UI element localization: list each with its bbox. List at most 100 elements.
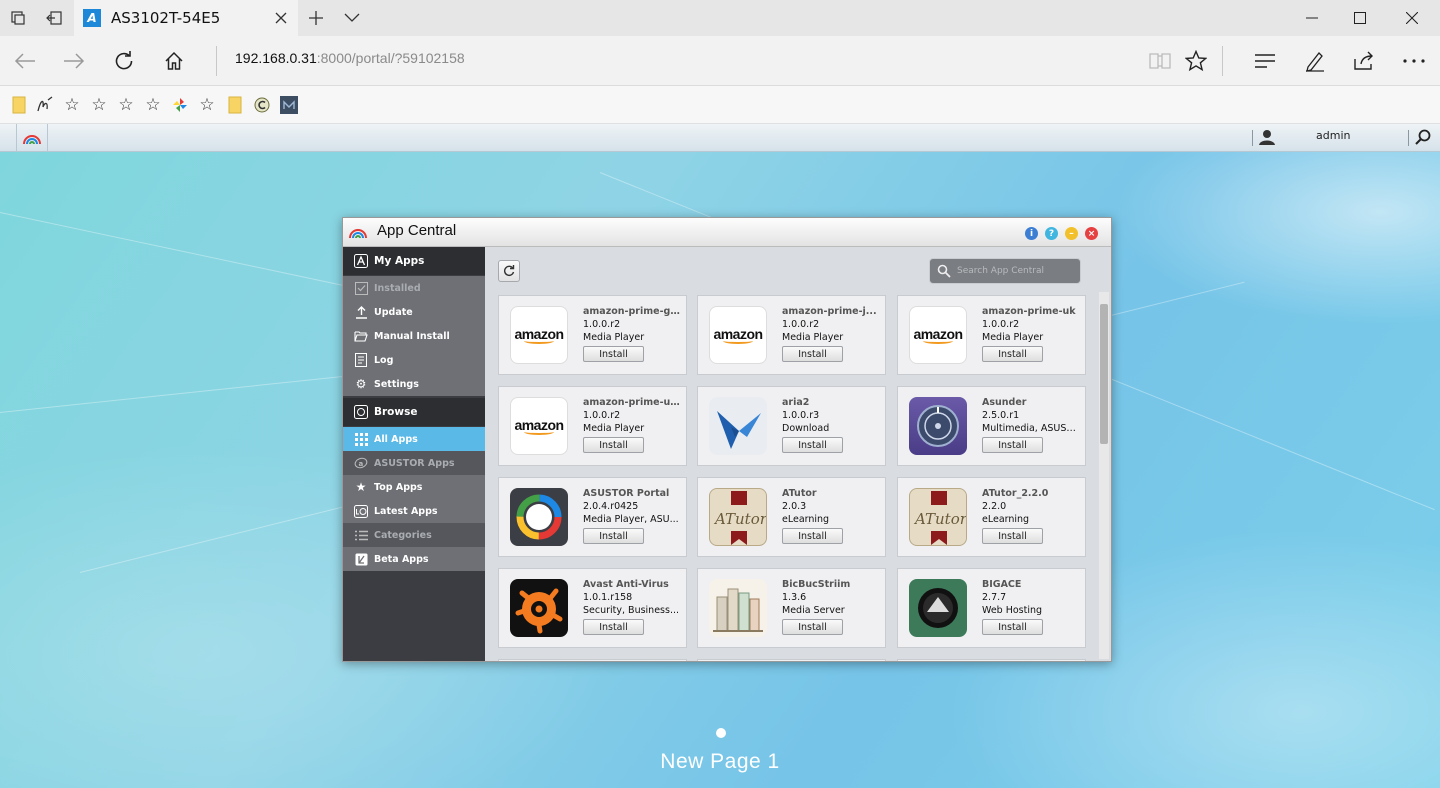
app-card[interactable]: ATutor ATutor 2.0.3 eLearning Install (697, 477, 886, 557)
share-icon[interactable] (1345, 42, 1383, 80)
sidebar-item-top-apps[interactable]: ★ Top Apps (343, 475, 485, 499)
app-name[interactable]: amazon-prime-u... (583, 397, 681, 408)
forward-arrow-icon[interactable] (55, 42, 93, 80)
search-icon[interactable] (1415, 129, 1433, 147)
close-window-icon[interactable] (1388, 0, 1436, 36)
app-name[interactable]: amazon-prime-uk (982, 306, 1080, 317)
tab-preview-chevron-icon[interactable] (334, 0, 370, 36)
sidebar-item-my-apps[interactable]: My Apps (343, 247, 485, 275)
browser-tab-active[interactable]: A AS3102T-54E5 (74, 0, 298, 36)
app-name[interactable]: BicBucStriim (782, 579, 880, 590)
sidebar-item-installed[interactable]: Installed (343, 276, 485, 300)
folder-icon[interactable] (225, 95, 245, 115)
install-button[interactable]: Install (583, 528, 644, 544)
set-aside-tabs-icon[interactable] (36, 0, 72, 36)
maximize-icon[interactable] (1336, 0, 1384, 36)
install-button[interactable]: Install (782, 528, 843, 544)
help-icon[interactable]: ? (1045, 227, 1058, 240)
install-button[interactable]: Install (583, 346, 644, 362)
tab-close-icon[interactable] (272, 9, 290, 27)
tab-manager-icon[interactable] (0, 0, 36, 36)
signature-pen-icon[interactable] (35, 95, 55, 115)
install-button[interactable]: Install (782, 437, 843, 453)
amazon-prime-icon[interactable]: amazon (709, 306, 767, 364)
app-card[interactable]: Avast Anti-Virus 1.0.1.r158 Security, Busi… (498, 568, 687, 648)
hub-icon[interactable] (1246, 42, 1284, 80)
install-button[interactable]: Install (583, 619, 644, 635)
favorite-star-icon[interactable]: ☆ (89, 95, 109, 115)
amazon-prime-icon[interactable]: amazon (909, 306, 967, 364)
sidebar-item-log[interactable]: Log (343, 348, 485, 372)
app-name[interactable]: Asunder (982, 397, 1080, 408)
app-name[interactable]: ATutor_2.2.0 (982, 488, 1080, 499)
sidebar-item-categories[interactable]: Categories (343, 523, 485, 547)
install-button[interactable]: Install (982, 619, 1043, 635)
app-card[interactable]: amazon amazon-prime-j... 1.0.0.r2 Media Pla… (697, 295, 886, 375)
sidebar-item-settings[interactable]: ⚙ Settings (343, 372, 485, 396)
new-tab-icon[interactable] (298, 0, 334, 36)
minimize-window-icon[interactable]: – (1065, 227, 1078, 240)
reading-view-icon[interactable] (1141, 42, 1179, 80)
refresh-button[interactable] (498, 260, 520, 282)
favorite-star-icon[interactable]: ☆ (197, 95, 217, 115)
favorite-star-icon[interactable]: ☆ (62, 95, 82, 115)
sidebar-item-update[interactable]: Update (343, 300, 485, 324)
books-icon[interactable] (709, 579, 767, 637)
scrollbar-thumb[interactable] (1100, 304, 1108, 444)
avast-icon[interactable] (510, 579, 568, 637)
app-name[interactable]: Avast Anti-Virus (583, 579, 681, 590)
app-card[interactable]: BIGACE 2.7.7 Web Hosting Install (897, 568, 1086, 648)
search-input[interactable] (957, 266, 1077, 276)
url-field[interactable]: 192.168.0.31:8000/portal/?59102158 (235, 50, 465, 66)
favorite-star-icon[interactable]: ☆ (116, 95, 136, 115)
install-button[interactable]: Install (982, 437, 1043, 453)
favorite-star-icon[interactable]: ☆ (143, 95, 163, 115)
refresh-icon[interactable] (105, 42, 143, 80)
window-title-bar[interactable]: App Central i ? – × (343, 218, 1111, 247)
app-card[interactable]: ASUSTOR Portal 2.0.4.r0425 Media Player, A… (498, 477, 687, 557)
folder-icon[interactable] (9, 95, 29, 115)
atutor-icon[interactable]: ATutor (709, 488, 767, 546)
sidebar-item-beta-apps[interactable]: Beta Apps (343, 547, 485, 571)
app-card[interactable]: amazon amazon-prime-g... 1.0.0.r2 Media Pla… (498, 295, 687, 375)
install-button[interactable]: Install (583, 437, 644, 453)
app-name[interactable]: aria2 (782, 397, 880, 408)
m-site-icon[interactable] (279, 95, 299, 115)
app-card[interactable]: Asunder 2.5.0.r1 Multimedia, ASUST... Insta… (897, 386, 1086, 466)
web-note-pen-icon[interactable] (1296, 42, 1334, 80)
install-button[interactable]: Install (782, 346, 843, 362)
scrollbar[interactable] (1099, 292, 1109, 659)
app-card[interactable]: ATutor ATutor_2.2.0 2.2.0 eLearning Install (897, 477, 1086, 557)
bigace-icon[interactable] (909, 579, 967, 637)
amazon-prime-icon[interactable]: amazon (510, 397, 568, 455)
sidebar-item-manual-install[interactable]: Manual Install (343, 324, 485, 348)
user-icon[interactable] (1259, 129, 1277, 147)
more-options-icon[interactable] (1395, 42, 1433, 80)
username[interactable]: admin (1316, 129, 1350, 142)
asunder-disc-icon[interactable] (909, 397, 967, 455)
app-card[interactable]: BicBucStriim 1.3.6 Media Server Install (697, 568, 886, 648)
asustor-portal-ring-icon[interactable] (510, 488, 568, 546)
home-icon[interactable] (155, 42, 193, 80)
app-name[interactable]: ATutor (782, 488, 880, 499)
aria2-bird-icon[interactable] (709, 397, 767, 455)
app-card[interactable]: aria2 1.0.0.r3 Download Install (697, 386, 886, 466)
back-arrow-icon[interactable] (6, 42, 44, 80)
app-name[interactable]: amazon-prime-j... (782, 306, 880, 317)
close-window-icon[interactable]: × (1085, 227, 1098, 240)
amazon-prime-icon[interactable]: amazon (510, 306, 568, 364)
atutor-icon[interactable]: ATutor (909, 488, 967, 546)
app-name[interactable]: ASUSTOR Portal (583, 488, 681, 499)
pinwheel-icon[interactable] (170, 95, 190, 115)
sidebar-item-asustor-apps[interactable]: a ASUSTOR Apps (343, 451, 485, 475)
sidebar-item-browse[interactable]: Browse (343, 398, 485, 426)
app-name[interactable]: BIGACE (982, 579, 1080, 590)
favorite-star-icon[interactable] (1177, 42, 1215, 80)
sidebar-item-all-apps[interactable]: All Apps (343, 427, 485, 451)
c-logo-icon[interactable] (252, 95, 272, 115)
minimize-icon[interactable] (1288, 0, 1336, 36)
adm-home-icon[interactable] (16, 124, 48, 152)
install-button[interactable]: Install (982, 346, 1043, 362)
app-name[interactable]: amazon-prime-g... (583, 306, 681, 317)
search-box[interactable] (929, 258, 1081, 284)
